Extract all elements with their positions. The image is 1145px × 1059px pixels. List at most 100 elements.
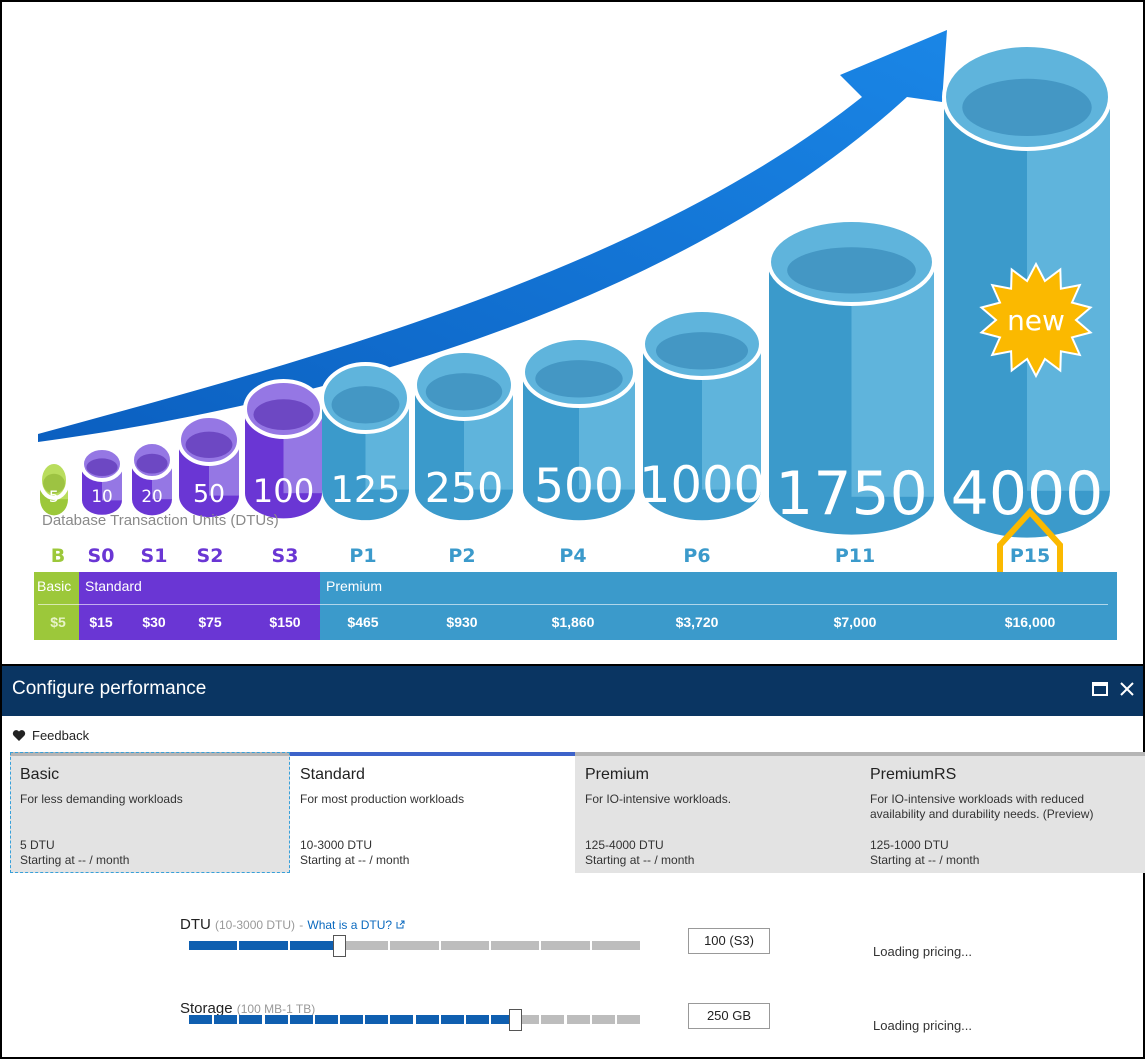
dtu-cylinder-10: 10 [80, 446, 124, 515]
tier-code-s3: S3 [271, 545, 299, 567]
slider-segment [440, 941, 489, 950]
slider-segment [415, 1015, 439, 1024]
dtu-cylinder-100: 100 [243, 379, 324, 519]
tier-description: For most production workloads [300, 792, 465, 806]
tier-code-p4: P4 [559, 545, 587, 567]
blade-header: Configure performance [2, 666, 1143, 716]
dtu-cylinder-20: 20 [130, 440, 174, 516]
slider-segment [591, 941, 640, 950]
close-icon[interactable] [1120, 678, 1134, 702]
dtu-value-box[interactable]: 100 (S3) [688, 928, 770, 954]
slider-segment [264, 1015, 288, 1024]
slider-segment [189, 1015, 213, 1024]
tier-starting-price: Starting at -- / month [20, 853, 130, 867]
dtu-slider-label: DTU (10-3000 DTU) - What is a DTU? [180, 916, 405, 933]
dtu-cylinder-1000: 1000 [639, 308, 765, 521]
slider-segment [491, 941, 540, 950]
feedback-label: Feedback [32, 728, 90, 743]
price-label: $75 [198, 614, 222, 630]
storage-slider[interactable] [189, 1009, 640, 1031]
storage-value-box[interactable]: 250 GB [688, 1003, 770, 1029]
slider-segment [390, 941, 439, 950]
dtu-infographic: 5 10 20 50 100 125 250 500 1000 1750 4000 new Data… [0, 0, 1145, 666]
tier-code-p1: P1 [349, 545, 377, 567]
slider-segment [340, 941, 389, 950]
dtu-pricing-status: Loading pricing... [873, 944, 973, 959]
price-label: $16,000 [1004, 614, 1056, 630]
price-label: $150 [269, 614, 301, 630]
dtu-slider[interactable] [189, 935, 640, 957]
price-label: $3,720 [675, 614, 719, 630]
dtu-value-label: 1750 [775, 459, 928, 529]
price-label: $30 [142, 614, 166, 630]
feedback-button[interactable]: Feedback [12, 728, 89, 743]
tier-starting-price: Starting at -- / month [870, 853, 980, 867]
heart-icon [12, 730, 26, 741]
slider-thumb[interactable] [333, 935, 346, 957]
slider-segment [390, 1015, 414, 1024]
slider-segment [314, 1015, 338, 1024]
tier-description: For IO-intensive workloads with reduced … [870, 792, 1094, 821]
dtu-separator: - [299, 918, 304, 932]
tab-standard[interactable]: Standard For most production workloads 1… [290, 752, 575, 873]
tier-description: For IO-intensive workloads. [585, 792, 732, 806]
slider-segment [289, 941, 338, 950]
blade-title: Configure performance [12, 678, 207, 699]
slider-segment [239, 941, 288, 950]
dtu-range: (10-3000 DTU) [215, 918, 296, 932]
dtu-caption: Database Transaction Units (DTUs) [42, 512, 279, 529]
price-label: $7,000 [833, 614, 877, 630]
dtu-value-label: 5 [49, 487, 59, 506]
price-label: $1,860 [551, 614, 595, 630]
tier-starting-price: Starting at -- / month [300, 853, 410, 867]
slider-segment [239, 1015, 263, 1024]
dtu-cylinder-125: 125 [320, 362, 411, 521]
tier-dtu: 10-3000 DTU [300, 838, 373, 852]
dtu-cylinder-5: 5 [38, 460, 70, 516]
slider-thumb[interactable] [509, 1009, 523, 1031]
tier-name: PremiumRS [870, 766, 957, 783]
tier-code-s0: S0 [87, 545, 115, 567]
dtu-value-label: 20 [141, 486, 162, 506]
tier-tabs: Basic For less demanding workloads 5 DTU… [10, 752, 1145, 873]
tier-dtu: 5 DTU [20, 838, 55, 852]
dtu-value-label: 10 [91, 486, 112, 506]
tier-name: Standard [300, 766, 365, 783]
tier-code-p15: P15 [1009, 545, 1051, 567]
tab-basic[interactable]: Basic For less demanding workloads 5 DTU… [10, 752, 290, 873]
standard-bar-title: Standard [85, 578, 142, 594]
basic-bar-title: Basic [37, 578, 72, 594]
slider-segment [465, 1015, 489, 1024]
dtu-value-label: 50 [193, 479, 225, 508]
dtu-cylinder-500: 500 [521, 336, 637, 521]
premium-bar-title: Premium [326, 578, 383, 594]
what-is-dtu-link[interactable]: What is a DTU? [307, 918, 392, 932]
tick-line [38, 604, 1108, 605]
slider-segment [289, 1015, 313, 1024]
tier-name: Premium [585, 766, 650, 783]
tier-description: For less demanding workloads [20, 792, 183, 806]
new-badge-text: new [1007, 304, 1065, 337]
dtu-value-label: 100 [253, 472, 315, 510]
dtu-label: DTU [180, 916, 211, 933]
slider-segment [591, 1015, 615, 1024]
dtu-value-label: 125 [331, 468, 401, 511]
tier-code-p2: P2 [448, 545, 476, 567]
slider-segment [541, 941, 590, 950]
tier-code-p11: P11 [834, 545, 876, 567]
tier-name: Basic [20, 766, 60, 783]
tab-premiumrs[interactable]: PremiumRS For IO-intensive workloads wit… [860, 752, 1145, 873]
storage-range: (100 MB-1 TB) [236, 1002, 316, 1016]
maximize-icon[interactable] [1092, 678, 1108, 702]
tab-premium[interactable]: Premium For IO-intensive workloads. 125-… [575, 752, 860, 873]
slider-segment [440, 1015, 464, 1024]
storage-pricing-status: Loading pricing... [873, 1018, 973, 1033]
dtu-value-label: 500 [534, 459, 624, 514]
external-link-icon [396, 920, 405, 929]
slider-segment [189, 941, 238, 950]
price-label: $465 [347, 614, 379, 630]
tier-code-p6: P6 [683, 545, 711, 567]
slider-segment [541, 1015, 565, 1024]
tier-code-s2: S2 [196, 545, 224, 567]
tier-code-s1: S1 [140, 545, 168, 567]
